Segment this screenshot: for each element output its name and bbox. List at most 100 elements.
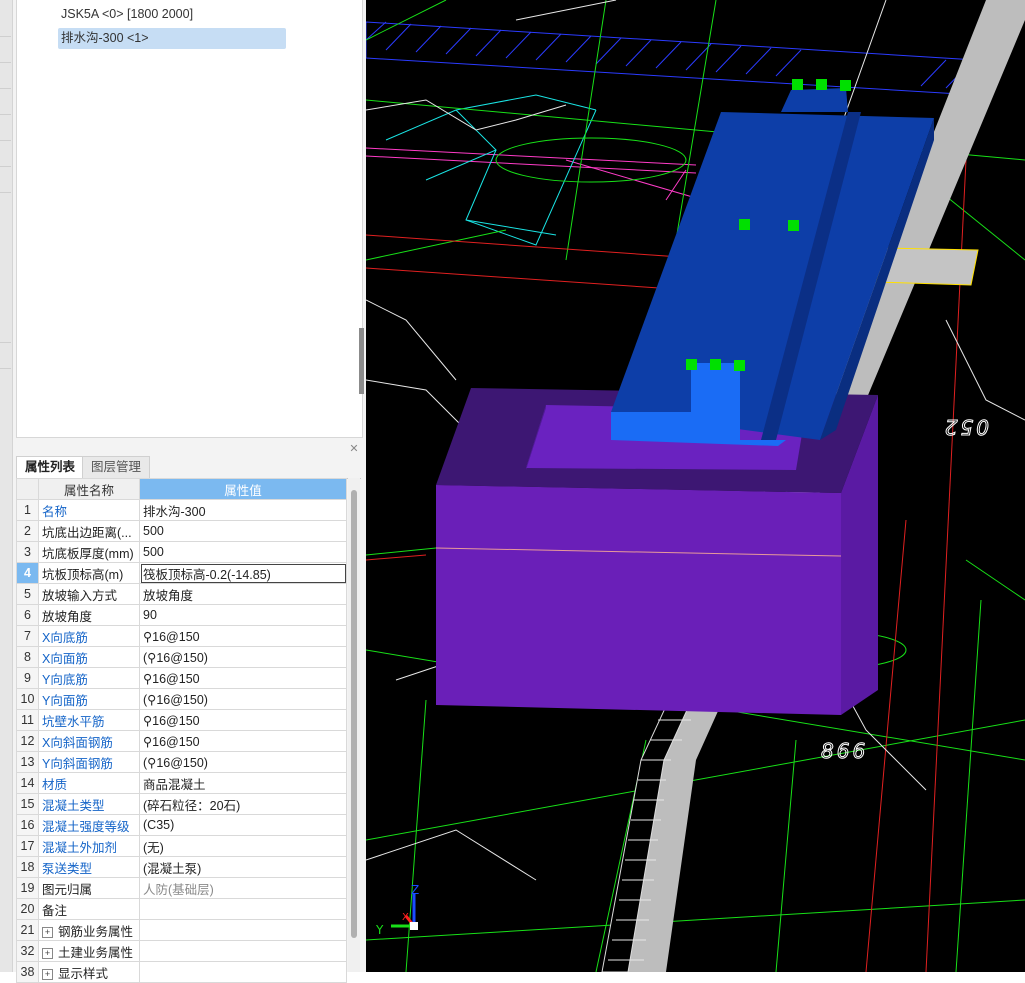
expand-plus-icon[interactable]: + [42, 947, 53, 959]
property-name: 坑板顶标高(m) [42, 567, 124, 582]
table-row[interactable]: 16 混凝土强度等级 (C35) [16, 814, 347, 836]
property-name-cell: Y向斜面钢筋 [38, 751, 140, 773]
property-value-cell[interactable]: (混凝土泵) [139, 856, 347, 878]
table-row[interactable]: 20 备注 [16, 898, 347, 920]
property-name-cell: 坑底出边距离(... [38, 520, 140, 542]
header-property-name[interactable]: 属性名称 [38, 478, 140, 500]
property-name: 土建业务属性 [58, 945, 134, 960]
table-row[interactable]: 9 Y向底筋 ⚲16@150 [16, 667, 347, 689]
table-row[interactable]: 11 坑壁水平筋 ⚲16@150 [16, 709, 347, 731]
expand-plus-icon[interactable]: + [42, 968, 53, 980]
property-value-cell[interactable]: 放坡角度 [139, 583, 347, 605]
tree-item-drain-ditch[interactable]: 排水沟-300 <1> [58, 28, 286, 49]
property-name: X向底筋 [42, 630, 88, 645]
drain-trench[interactable] [611, 88, 934, 446]
row-number: 17 [16, 835, 39, 857]
row-number: 3 [16, 541, 39, 563]
table-row[interactable]: 4 坑板顶标高(m) 筏板顶标高-0.2(-14.85) [16, 562, 347, 584]
property-name-cell: 名称 [38, 499, 140, 521]
table-row[interactable]: 12 X向斜面钢筋 ⚲16@150 [16, 730, 347, 752]
axis-label-x: X [402, 912, 409, 923]
tree-scrollbar[interactable] [359, 328, 364, 394]
table-row[interactable]: 10 Y向面筋 (⚲16@150) [16, 688, 347, 710]
property-name-cell: + 土建业务属性 [38, 940, 140, 962]
property-value-cell[interactable]: ⚲16@150 [139, 667, 347, 689]
strip-divider [0, 62, 11, 63]
strip-divider [0, 36, 11, 37]
property-name: 显示样式 [58, 966, 109, 981]
property-value-cell[interactable]: 500 [139, 541, 347, 563]
property-value-cell[interactable]: (⚲16@150) [139, 751, 347, 773]
property-name: 名称 [42, 504, 68, 519]
table-row[interactable]: 13 Y向斜面钢筋 (⚲16@150) [16, 751, 347, 773]
table-row[interactable]: 7 X向底筋 ⚲16@150 [16, 625, 347, 647]
property-value-cell[interactable] [139, 919, 347, 941]
scrollbar-thumb[interactable] [351, 490, 357, 938]
property-value-cell[interactable]: (C35) [139, 814, 347, 836]
table-row[interactable]: 17 混凝土外加剂 (无) [16, 835, 347, 857]
side-toolbar-strip[interactable] [0, 0, 13, 972]
table-row[interactable]: 15 混凝土类型 (碎石粒径：20石) [16, 793, 347, 815]
property-name: 泵送类型 [42, 861, 93, 876]
table-row[interactable]: 3 坑底板厚度(mm) 500 [16, 541, 347, 563]
table-row[interactable]: 19 图元归属 人防(基础层) [16, 877, 347, 899]
property-value-cell[interactable] [139, 940, 347, 962]
header-property-value[interactable]: 属性值 [139, 478, 347, 500]
property-name-cell: + 显示样式 [38, 961, 140, 983]
property-value-cell[interactable]: (⚲16@150) [139, 688, 347, 710]
property-name-cell: 放坡输入方式 [38, 583, 140, 605]
tab-property-list[interactable]: 属性列表 [16, 456, 85, 479]
property-value-cell[interactable]: (⚲16@150) [139, 646, 347, 668]
property-name: 图元归属 [42, 882, 93, 897]
property-name-cell: X向面筋 [38, 646, 140, 668]
property-value-cell[interactable]: 商品混凝土 [139, 772, 347, 794]
strip-divider [0, 192, 11, 193]
cyan-outlines [385, 94, 597, 246]
table-row[interactable]: 21 + 钢筋业务属性 [16, 919, 347, 941]
property-scrollbar[interactable] [348, 478, 360, 972]
dimension-label-866: 866 [821, 739, 868, 763]
close-icon[interactable]: ✕ [348, 443, 360, 455]
property-name: 备注 [42, 903, 68, 918]
property-name: 放坡角度 [42, 609, 93, 624]
property-name-cell: 坑板顶标高(m) [38, 562, 140, 584]
property-value-cell[interactable]: 90 [139, 604, 347, 626]
3d-viewport[interactable]: 052 866 Z Y X [366, 0, 1025, 972]
property-value-cell[interactable] [139, 961, 347, 983]
property-name-cell: X向底筋 [38, 625, 140, 647]
property-value-cell[interactable] [139, 898, 347, 920]
row-number: 12 [16, 730, 39, 752]
table-row[interactable]: 18 泵送类型 (混凝土泵) [16, 856, 347, 878]
table-row[interactable]: 38 + 显示样式 [16, 961, 347, 983]
row-number: 10 [16, 688, 39, 710]
property-value-cell[interactable]: 排水沟-300 [139, 499, 347, 521]
cad-scene[interactable]: 052 866 Z Y X [366, 0, 1025, 972]
row-number: 7 [16, 625, 39, 647]
expand-plus-icon[interactable]: + [42, 926, 53, 938]
table-row[interactable]: 5 放坡输入方式 放坡角度 [16, 583, 347, 605]
table-row[interactable]: 32 + 土建业务属性 [16, 940, 347, 962]
table-row[interactable]: 14 材质 商品混凝土 [16, 772, 347, 794]
tree-item-jsk5a[interactable]: JSK5A <0> [1800 2000] [58, 4, 196, 25]
axis-label-z: Z [411, 883, 419, 897]
property-value-cell[interactable]: 筏板顶标高-0.2(-14.85) [139, 562, 347, 584]
row-number: 13 [16, 751, 39, 773]
table-row[interactable]: 8 X向面筋 (⚲16@150) [16, 646, 347, 668]
property-value-cell[interactable]: ⚲16@150 [139, 709, 347, 731]
property-value-cell[interactable]: (无) [139, 835, 347, 857]
table-row[interactable]: 6 放坡角度 90 [16, 604, 347, 626]
property-name-cell: 坑底板厚度(mm) [38, 541, 140, 563]
property-value-cell[interactable]: ⚲16@150 [139, 625, 347, 647]
property-value-cell[interactable]: (碎石粒径：20石) [139, 793, 347, 815]
property-value-cell[interactable]: 人防(基础层) [139, 877, 347, 899]
magenta-lines [366, 147, 697, 201]
table-row[interactable]: 2 坑底出边距离(... 500 [16, 520, 347, 542]
property-value-cell[interactable]: 500 [139, 520, 347, 542]
property-name-cell: Y向面筋 [38, 688, 140, 710]
axis-indicator: Z Y X [375, 883, 419, 937]
table-row[interactable]: 1 名称 排水沟-300 [16, 499, 347, 521]
tab-layer-management[interactable]: 图层管理 [82, 456, 151, 478]
property-value-cell[interactable]: ⚲16@150 [139, 730, 347, 752]
row-number: 9 [16, 667, 39, 689]
row-number: 14 [16, 772, 39, 794]
